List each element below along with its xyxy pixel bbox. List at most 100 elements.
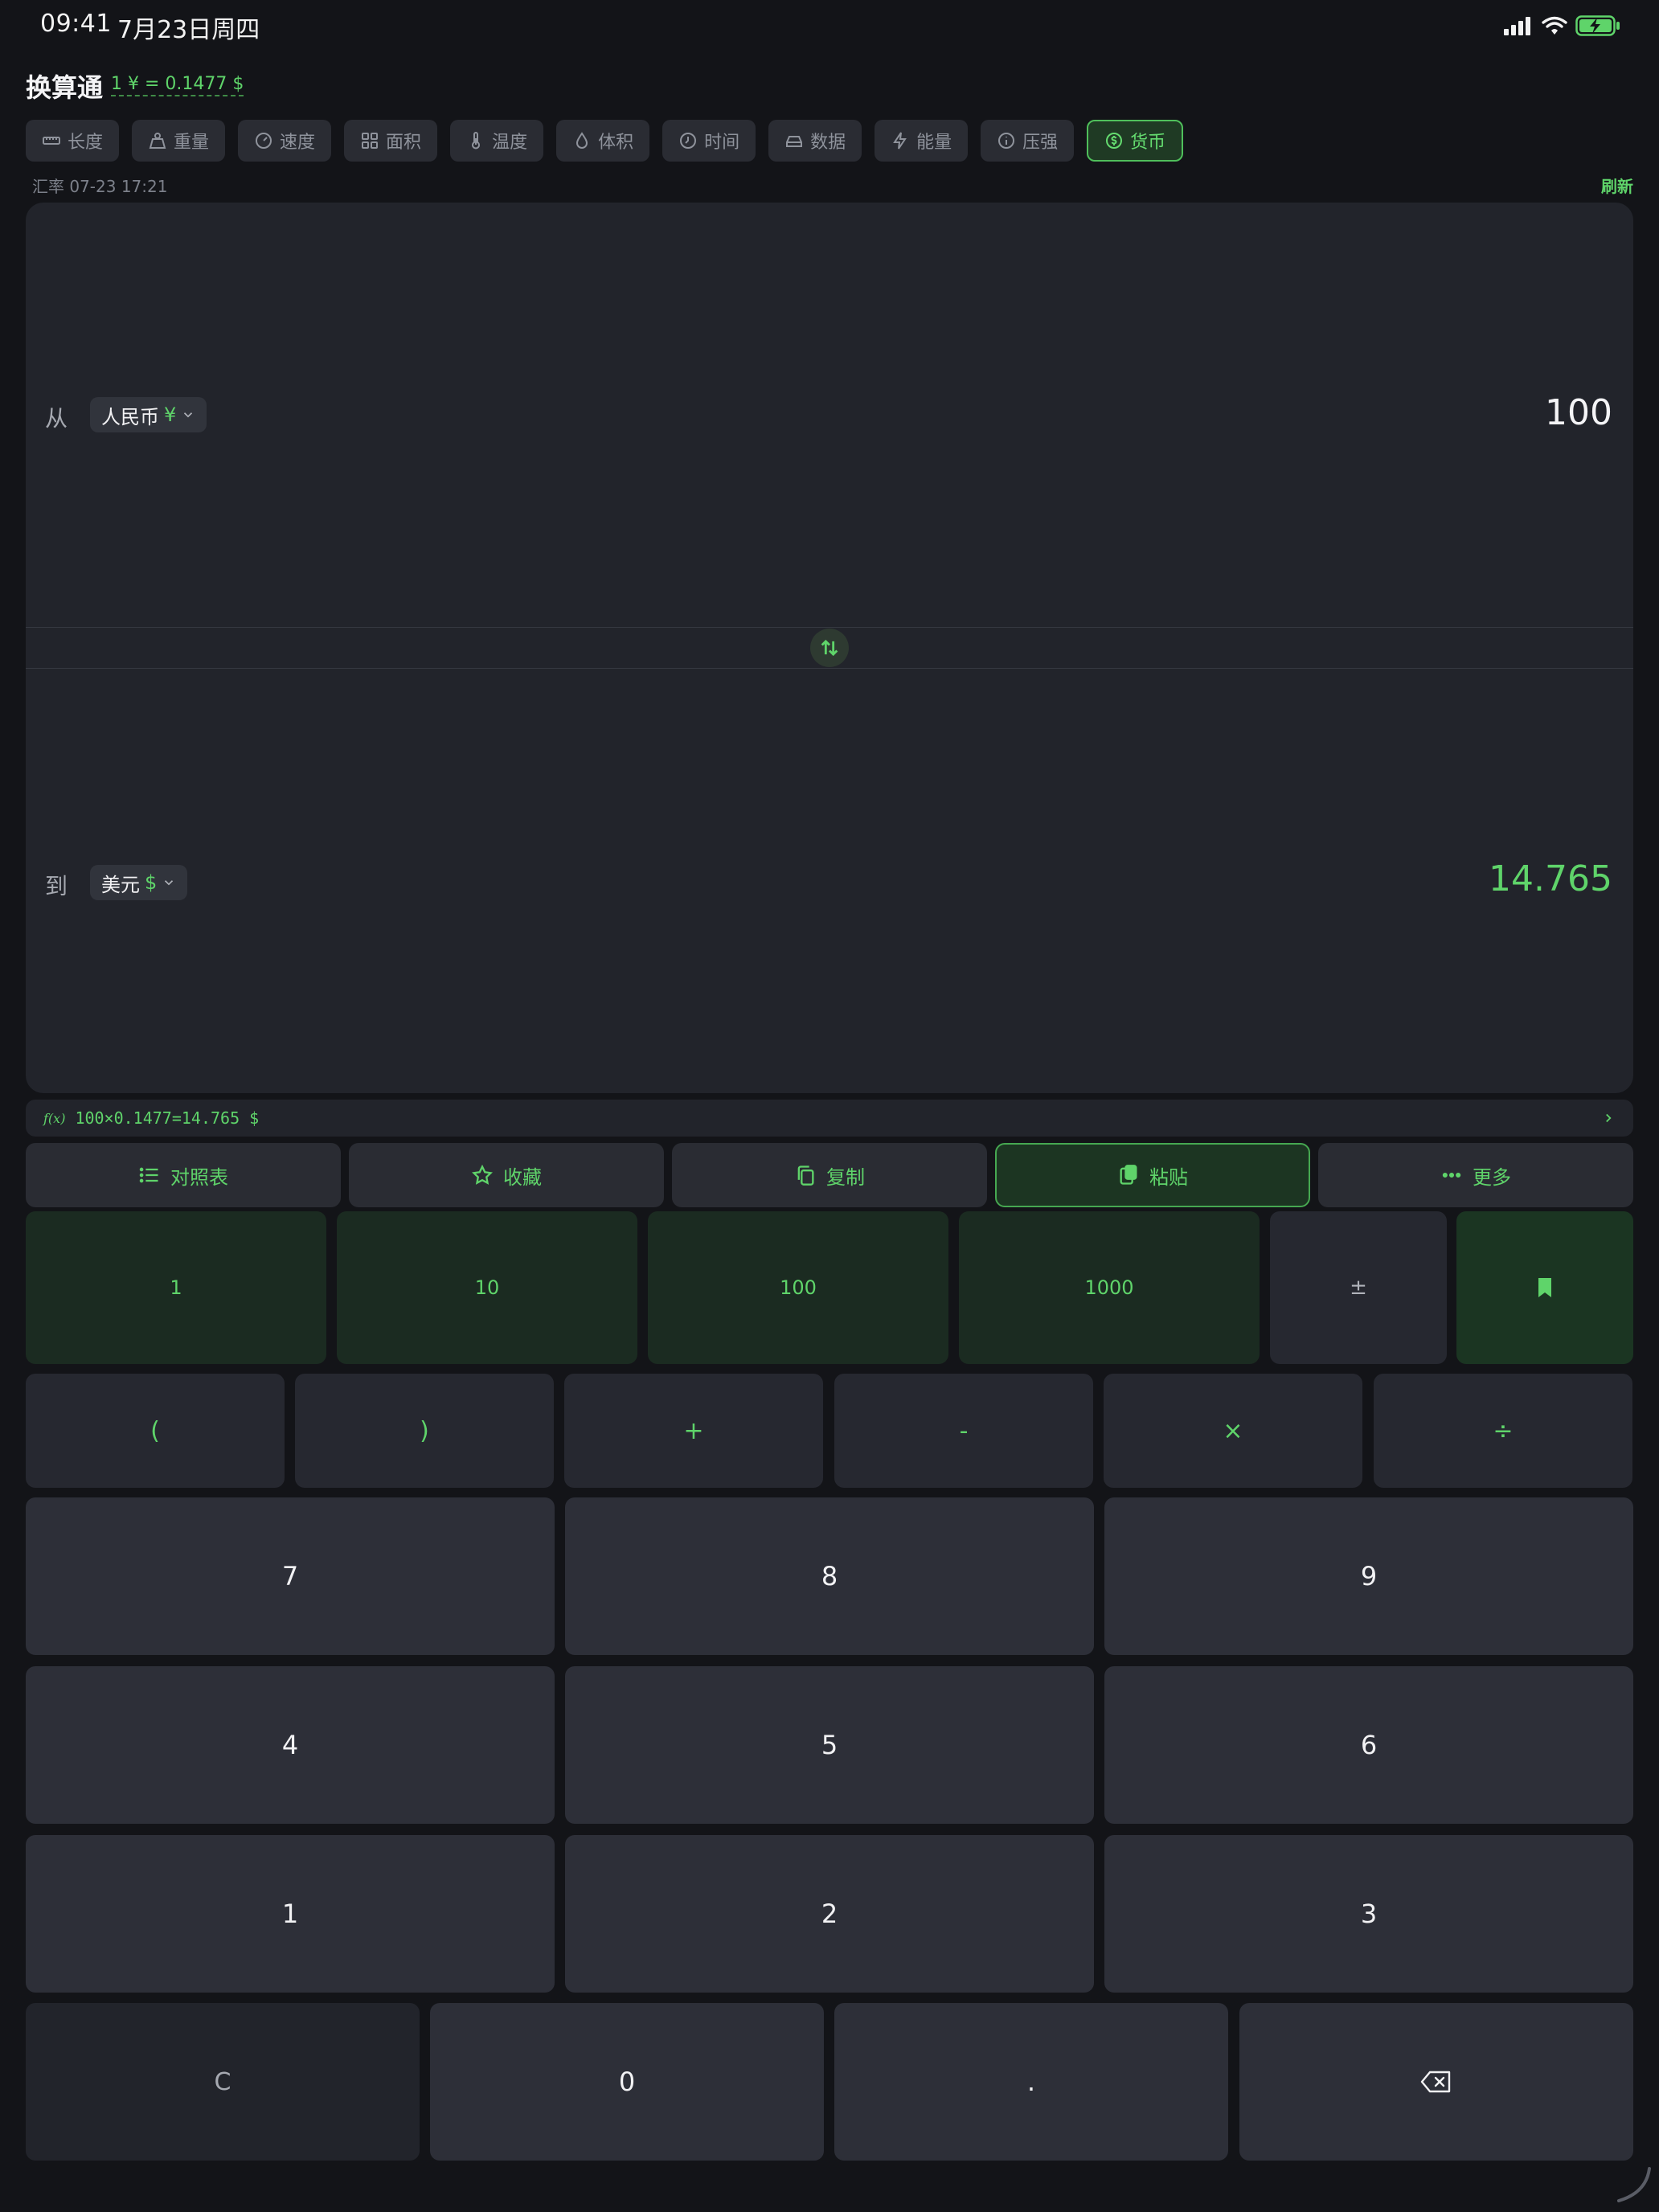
tab-speed[interactable]: 速度 [238,120,332,162]
decimal-key[interactable]: . [834,2003,1228,2161]
swap-button[interactable] [810,629,849,667]
clock-icon [680,133,697,149]
list-icon [139,1167,158,1183]
tab-label: 速度 [280,133,316,153]
tab-volume[interactable]: 体积 [556,120,650,162]
to-unit-name: 美元 [101,873,140,896]
exchange-rate-chip[interactable]: 1 ¥ = 0.1477 $ [111,74,244,96]
minus-key[interactable]: - [834,1374,1093,1488]
status-time: 09:41 [40,10,112,38]
bookmark-icon [1538,1278,1551,1297]
tab-label: 货币 [1130,133,1166,153]
to-value: 14.765 [1489,858,1612,899]
battery-charging-icon [1575,15,1620,36]
speedometer-icon [256,133,272,149]
from-unit-selector[interactable]: 人民币 ¥ [90,397,207,432]
bolt-icon [893,132,907,150]
favorite-button[interactable]: 收藏 [349,1143,664,1207]
to-label: 到 [45,873,68,899]
to-unit-selector[interactable]: 美元 $ [90,865,188,900]
chevron-down-icon [184,412,193,418]
action-label: 复制 [826,1165,865,1189]
digit-key-4[interactable]: 4 [26,1666,555,1824]
formula-bar[interactable]: f(x) 100×0.1477=14.765 $ [26,1100,1633,1137]
thermometer-icon [472,132,481,150]
copy-icon [797,1165,814,1186]
bookmark-key[interactable] [1456,1211,1633,1364]
swap-arrows-icon [821,639,838,657]
digit-key-6[interactable]: 6 [1104,1666,1633,1824]
preset-key-1[interactable]: 1 [26,1211,326,1364]
digit-key-1[interactable]: 1 [26,1835,555,1993]
action-label: 对照表 [170,1165,228,1189]
paste-button[interactable]: 粘贴 [995,1143,1310,1207]
tab-label: 重量 [174,133,210,153]
reference-table-button[interactable]: 对照表 [26,1143,341,1207]
backspace-key[interactable] [1239,2003,1633,2161]
gauge-icon [998,133,1015,149]
tab-energy[interactable]: 能量 [875,120,969,162]
from-unit-symbol: ¥ [164,403,177,426]
refresh-button[interactable]: 刷新 [1601,174,1633,197]
ruler-icon [43,137,60,145]
multiply-key[interactable]: × [1104,1374,1362,1488]
tab-temperature[interactable]: 温度 [450,120,544,162]
digit-key-8[interactable]: 8 [565,1497,1094,1655]
preset-key-10[interactable]: 10 [337,1211,637,1364]
tab-currency[interactable]: 货币 [1087,120,1184,162]
more-icon [1442,1172,1461,1178]
digit-key-0[interactable]: 0 [430,2003,824,2161]
digit-key-5[interactable]: 5 [565,1666,1094,1824]
preset-key-1000[interactable]: 1000 [959,1211,1260,1364]
drive-icon [786,136,803,147]
digit-key-2[interactable]: 2 [565,1835,1094,1993]
from-label: 从 [45,405,68,432]
tab-pressure[interactable]: 压强 [981,120,1075,162]
sign-toggle-key[interactable]: ± [1270,1211,1447,1364]
tab-time[interactable]: 时间 [662,120,756,162]
digit-key-3[interactable]: 3 [1104,1835,1633,1993]
action-label: 收藏 [503,1165,542,1189]
tab-area[interactable]: 面积 [344,120,438,162]
app-title: 换算通 [26,72,104,103]
plus-key[interactable]: + [564,1374,823,1488]
formula-expression: 100×0.1477=14.765 $ [75,1108,260,1128]
chevron-down-icon [165,880,174,886]
more-button[interactable]: 更多 [1318,1143,1633,1207]
grid-icon [362,133,379,149]
category-tabs: 长度 重量 速度 面积 温度 体积 时间 数据 能量 压强 货币 [26,120,1184,162]
tab-weight[interactable]: 重量 [132,120,226,162]
dollar-coin-icon [1106,133,1123,149]
tab-label: 能量 [916,133,952,153]
digit-key-9[interactable]: 9 [1104,1497,1633,1655]
tab-label: 面积 [386,133,422,153]
chevron-right-icon [1606,1113,1612,1123]
paste-icon [1120,1165,1137,1185]
tab-label: 时间 [704,133,740,153]
divide-key[interactable]: ÷ [1374,1374,1632,1488]
close-paren-key[interactable]: ) [295,1374,554,1488]
tab-data[interactable]: 数据 [768,120,862,162]
from-value[interactable]: 100 [1545,392,1612,433]
action-label: 粘贴 [1149,1165,1188,1189]
backspace-icon [1420,2071,1451,2093]
resize-handle-icon[interactable] [1614,2165,1653,2204]
status-date: 7月23日周四 [117,16,260,44]
action-label: 更多 [1473,1165,1511,1189]
copy-button[interactable]: 复制 [672,1143,987,1207]
star-icon [471,1164,494,1185]
tab-label: 温度 [492,133,528,153]
tab-label: 体积 [598,133,634,153]
digit-key-7[interactable]: 7 [26,1497,555,1655]
tab-length[interactable]: 长度 [26,120,120,162]
status-icons [1503,11,1620,40]
function-icon: f(x) [43,1110,66,1126]
tab-label: 长度 [68,133,104,153]
wifi-icon [1542,16,1567,35]
droplet-icon [576,132,588,149]
clear-key[interactable]: C [26,2003,420,2161]
open-paren-key[interactable]: ( [26,1374,285,1488]
preset-key-100[interactable]: 100 [648,1211,948,1364]
rate-updated-time: 汇率 07-23 17:21 [32,177,168,196]
tab-label: 压强 [1022,133,1059,153]
